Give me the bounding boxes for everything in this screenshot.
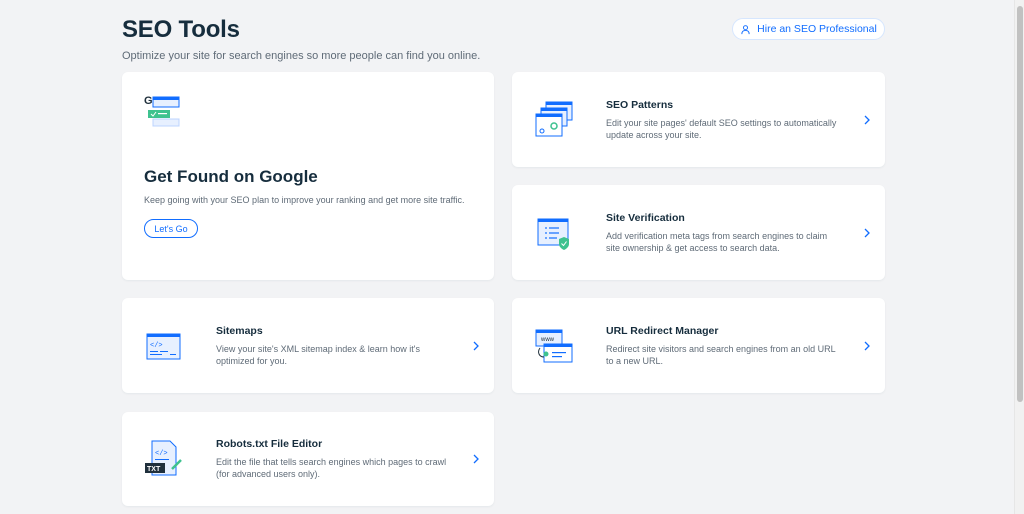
sitemaps-illustration-icon: </> xyxy=(146,333,181,359)
robots-txt-illustration-icon: </> TXT xyxy=(145,440,182,476)
chevron-right-icon xyxy=(864,341,870,350)
seo-patterns-description: Edit your site pages' default SEO settin… xyxy=(606,117,837,140)
robots-txt-title: Robots.txt File Editor xyxy=(216,438,323,450)
site-verification-illustration-icon xyxy=(537,218,569,250)
hero-title: Get Found on Google xyxy=(144,167,318,186)
sitemaps-card[interactable]: </> Sitemaps View your site's XML sitema… xyxy=(122,298,494,393)
hire-seo-professional-label: Hire an SEO Professional xyxy=(757,23,877,35)
google-g-letter: G xyxy=(144,95,153,107)
site-verification-text: Site Verification Add verification meta … xyxy=(606,212,861,254)
seo-patterns-card[interactable]: SEO Patterns Edit your site pages' defau… xyxy=(512,72,885,167)
sitemap-code-glyph: </> xyxy=(150,342,163,350)
hero-description: Keep going with your SEO plan to improve… xyxy=(144,195,465,205)
page-subtitle: Optimize your site for search engines so… xyxy=(122,50,481,62)
site-verification-title: Site Verification xyxy=(606,211,685,224)
person-icon xyxy=(741,24,750,34)
robots-txt-text: Robots.txt File Editor Edit the file tha… xyxy=(216,438,470,480)
chevron-right-icon xyxy=(864,228,870,237)
site-verification-description: Add verification meta tags from search e… xyxy=(606,230,828,253)
chevron-right-icon xyxy=(473,454,479,464)
get-found-on-google-card: G Get Found on Google Keep going with yo… xyxy=(122,72,494,280)
google-search-illustration-icon: G xyxy=(144,95,180,127)
sitemaps-description: View your site's XML sitemap index & lea… xyxy=(216,343,421,366)
page-header: SEO Tools Optimize your site for search … xyxy=(122,16,480,62)
site-verification-card[interactable]: Site Verification Add verification meta … xyxy=(512,185,885,280)
robots-txt-description: Edit the file that tells search engines … xyxy=(216,457,447,479)
scrollbar-thumb[interactable] xyxy=(1017,6,1023,402)
url-redirect-manager-card[interactable]: www URL Redirect Manager Redirect site v… xyxy=(512,298,885,393)
lets-go-button[interactable]: Let's Go xyxy=(144,219,198,238)
page-title: SEO Tools xyxy=(122,16,240,43)
url-redirect-text: URL Redirect Manager Redirect site visit… xyxy=(606,325,861,367)
url-redirect-title: URL Redirect Manager xyxy=(606,324,719,337)
www-label: www xyxy=(540,337,555,343)
sitemaps-text: Sitemaps View your site's XML sitemap in… xyxy=(216,325,470,367)
seo-tools-page: SEO Tools Optimize your site for search … xyxy=(0,0,1024,514)
url-redirect-illustration-icon: www xyxy=(535,329,573,362)
robots-txt-editor-card[interactable]: </> TXT Robots.txt File Editor Edit the … xyxy=(122,412,494,506)
sitemaps-title: Sitemaps xyxy=(216,324,263,337)
robots-code-glyph: </> xyxy=(155,450,168,458)
url-redirect-description: Redirect site visitors and search engine… xyxy=(606,343,836,366)
seo-patterns-text: SEO Patterns Edit your site pages' defau… xyxy=(606,99,861,141)
txt-label: TXT xyxy=(147,466,161,473)
seo-patterns-title: SEO Patterns xyxy=(606,98,674,111)
chevron-right-icon xyxy=(864,115,870,124)
hire-seo-professional-button[interactable]: Hire an SEO Professional xyxy=(732,18,885,40)
chevron-right-icon xyxy=(473,341,479,350)
seo-patterns-illustration-icon xyxy=(535,101,573,136)
page-scrollbar[interactable] xyxy=(1014,0,1024,514)
